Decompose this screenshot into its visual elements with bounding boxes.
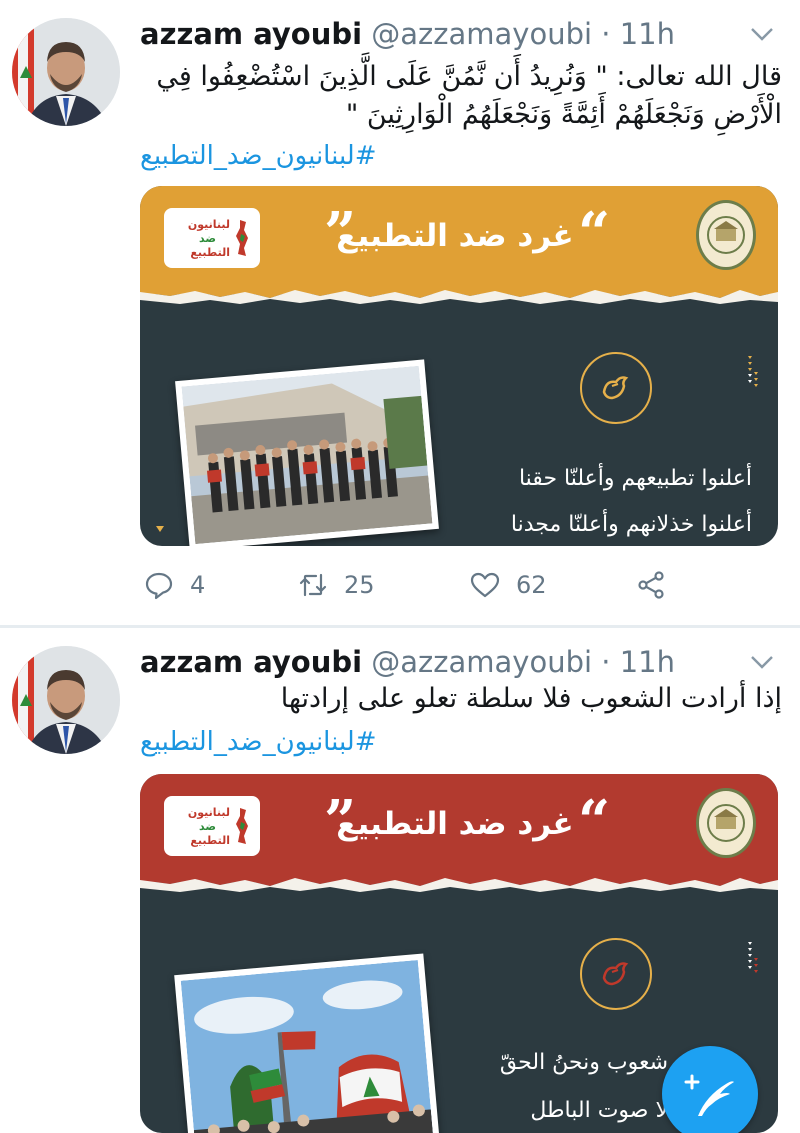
logo-text: لبنانيون: [187, 218, 230, 231]
tweet-header: azzam ayoubi @azzamayoubi · 11h: [140, 16, 675, 52]
torn-paper-edge: [140, 868, 778, 892]
tweet-text-line: إذا أرادت الشعوب فلا سلطة تعلو على إرادت…: [280, 683, 782, 714]
media-card[interactable]: لبنانيون ضد التطبيع ” غرد ضد التطبيع “: [140, 186, 778, 546]
decor-triangles: [748, 356, 758, 387]
card-slogan: شعوب ونحنُ الحقّ: [499, 1050, 668, 1075]
card-slogan: أعلنوا تطبيعهم وأعلنّا حقنا: [518, 466, 752, 491]
author-handle[interactable]: @azzamayoubi: [371, 645, 592, 679]
separator: ·: [601, 645, 611, 679]
compose-tweet-icon: [684, 1074, 734, 1116]
campaign-logo-icon: لبنانيون ضد التطبيع: [164, 208, 260, 268]
reply-button[interactable]: 4: [144, 565, 205, 605]
logo-text: لبنانيون: [187, 806, 230, 819]
share-icon: [638, 571, 664, 599]
campaign-logo-icon: لبنانيون ضد التطبيع: [164, 796, 260, 856]
quote-mark: “: [578, 200, 611, 266]
hashtag-link[interactable]: #لبنانيون_ضد_التطبيع: [140, 724, 377, 760]
banner-title: غرد ضد التطبيع: [336, 218, 574, 254]
map-icon: [236, 808, 248, 844]
university-seal-icon: [696, 788, 756, 858]
university-seal-icon: [696, 200, 756, 270]
logo-text: ضد: [199, 232, 216, 245]
reply-count: 4: [190, 571, 206, 599]
group-photo[interactable]: [175, 359, 439, 546]
logo-text: التطبيع: [190, 246, 230, 259]
card-slogan: أعلنوا خذلانهم وأعلنّا مجدنا: [510, 512, 752, 537]
card-slogan: لا صوت الباطل: [530, 1098, 668, 1123]
reply-icon: [145, 572, 173, 600]
tweet-text-line: الْأَرْضِ وَنَجْعَلَهُمْ أَئِمَّةً وَنَج…: [345, 99, 782, 130]
retweet-icon: [299, 573, 327, 597]
logo-text: ضد: [199, 820, 216, 833]
avatar[interactable]: [12, 18, 120, 126]
avatar[interactable]: [12, 646, 120, 754]
retweet-button[interactable]: 25: [298, 565, 375, 605]
torn-paper-edge: [140, 280, 778, 304]
tweet-header: azzam ayoubi @azzamayoubi · 11h: [140, 644, 675, 680]
author-name[interactable]: azzam ayoubi: [140, 17, 362, 51]
chevron-down-icon[interactable]: [750, 26, 774, 42]
share-button[interactable]: [636, 565, 666, 605]
author-name[interactable]: azzam ayoubi: [140, 645, 362, 679]
tweet-text: قال الله تعالى: " وَنُرِيدُ أَن نَّمُنَّ…: [140, 58, 782, 138]
tweet[interactable]: azzam ayoubi @azzamayoubi · 11h قال الله…: [0, 0, 800, 626]
tweet-text: إذا أرادت الشعوب فلا سلطة تعلو على إرادت…: [140, 680, 782, 718]
banner-title: غرد ضد التطبيع: [336, 806, 574, 842]
logo-text: التطبيع: [190, 834, 230, 847]
decor-triangles: [156, 526, 164, 532]
timestamp[interactable]: 11h: [620, 17, 675, 51]
quote-mark: “: [578, 788, 611, 854]
like-count: 62: [516, 571, 547, 599]
author-handle[interactable]: @azzamayoubi: [371, 17, 592, 51]
timestamp[interactable]: 11h: [620, 645, 675, 679]
tweet-text-line: قال الله تعالى: " وَنُرِيدُ أَن نَّمُنَّ…: [156, 61, 782, 92]
compose-tweet-button[interactable]: [662, 1046, 758, 1133]
retweet-count: 25: [344, 571, 375, 599]
separator: ·: [601, 17, 611, 51]
dove-icon: [580, 938, 652, 1010]
hashtag-link[interactable]: #لبنانيون_ضد_التطبيع: [140, 138, 377, 174]
tweet-actions: 4 25 62: [140, 565, 670, 605]
dove-icon: [580, 352, 652, 424]
decor-triangles: [748, 942, 758, 973]
chevron-down-icon[interactable]: [750, 654, 774, 670]
heart-icon: [470, 572, 500, 598]
like-button[interactable]: 62: [470, 565, 547, 605]
map-icon: [236, 220, 248, 256]
protest-photo[interactable]: [174, 953, 440, 1133]
